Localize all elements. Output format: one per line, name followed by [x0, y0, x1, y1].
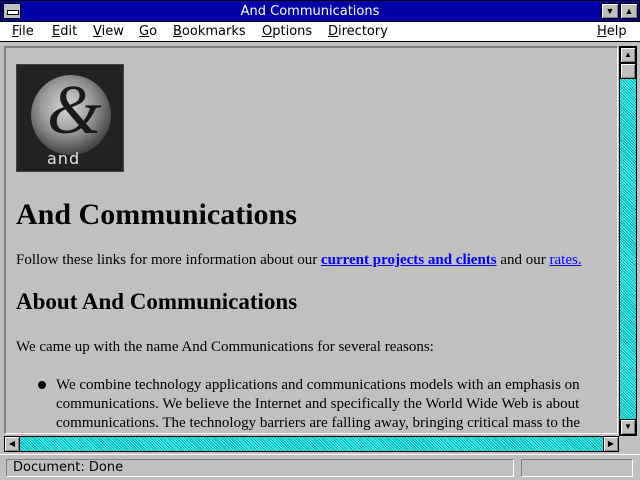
status-text: Document: Done: [6, 459, 514, 477]
logo-word: and: [47, 149, 81, 168]
menu-bar: File Edit View Go Bookmarks Options Dire…: [0, 22, 640, 42]
title-bar: And Communications ▼ ▲: [0, 0, 640, 22]
about-heading: About And Communications: [16, 289, 298, 314]
menu-options[interactable]: Options: [262, 24, 312, 39]
menu-directory[interactable]: Directory: [328, 24, 388, 39]
status-bar: Document: Done: [0, 454, 640, 480]
maximize-button[interactable]: ▲: [620, 3, 638, 19]
system-menu-icon[interactable]: [3, 3, 21, 19]
menu-bookmarks[interactable]: Bookmarks: [173, 24, 246, 39]
list-item: We combine technology applications and c…: [16, 376, 606, 433]
projects-link[interactable]: current projects and clients: [321, 252, 497, 268]
menu-view[interactable]: View: [93, 24, 124, 39]
reasons-list: We combine technology applications and c…: [16, 376, 606, 433]
scroll-up-button[interactable]: ▲: [620, 47, 636, 63]
scroll-left-button[interactable]: ◀: [4, 436, 20, 452]
page-content: & and And Communications Follow these li…: [16, 64, 606, 433]
scroll-down-button[interactable]: ▼: [620, 419, 636, 435]
menu-file[interactable]: File: [12, 24, 34, 39]
minimize-button[interactable]: ▼: [601, 3, 619, 19]
window-title: And Communications: [240, 4, 380, 19]
vertical-scroll-thumb[interactable]: [620, 63, 636, 79]
and-logo-image: & and: [16, 64, 124, 172]
vertical-scrollbar[interactable]: ▲ ▼: [619, 46, 637, 436]
page-title: And Communications: [16, 198, 297, 231]
scroll-right-button[interactable]: ▶: [603, 436, 619, 452]
intro-paragraph: Follow these links for more information …: [16, 252, 582, 268]
menu-help[interactable]: Help: [597, 24, 627, 39]
menu-edit[interactable]: Edit: [52, 24, 77, 39]
horizontal-scrollbar[interactable]: ◀ ▶: [4, 436, 619, 452]
progress-indicator: [521, 459, 633, 477]
rates-link[interactable]: rates.: [550, 252, 582, 268]
menu-go[interactable]: Go: [139, 24, 157, 39]
about-paragraph: We came up with the name And Communicati…: [16, 339, 434, 355]
document-view[interactable]: & and And Communications Follow these li…: [4, 46, 618, 434]
logo-ampersand-icon: &: [47, 72, 102, 149]
bullet-icon: [38, 381, 46, 389]
